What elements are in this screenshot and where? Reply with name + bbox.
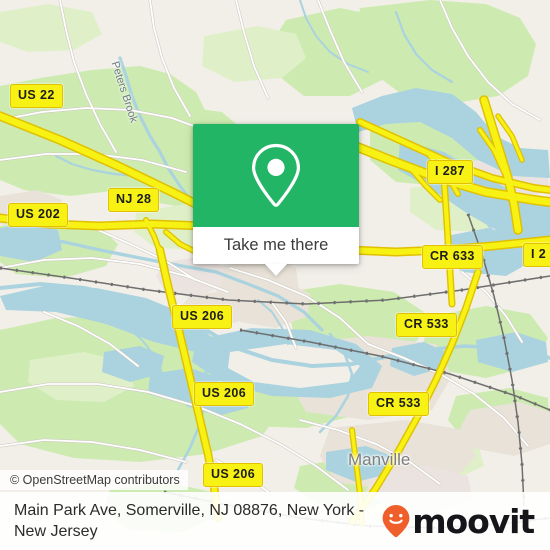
map-screen: US 22 NJ 28 US 202 I 287 CR 633 I 2 US 206 CR 5… [0,0,550,550]
road-shield: US 22 [10,84,63,108]
take-me-there-label: Take me there [223,236,329,254]
place-label: Manville [348,450,411,469]
callout-hero [193,124,359,227]
road-shield: US 206 [203,463,264,487]
osm-attribution-text: © OpenStreetMap contributors [10,473,180,487]
callout-pointer-tail [265,264,287,276]
road-shield: US 206 [172,305,233,329]
moovit-wordmark: moovit [412,501,535,541]
osm-attribution[interactable]: © OpenStreetMap contributors [0,470,188,490]
road-shield: I 287 [427,160,473,184]
road-shield: CR 533 [368,392,429,416]
road-shield: NJ 28 [108,188,160,212]
road-shield: I 2 [523,243,550,267]
moovit-pin-smiley-icon [381,504,411,538]
road-shield: CR 633 [422,245,483,269]
road-shield: US 206 [194,382,255,406]
road-shield: CR 533 [396,313,457,337]
footer-bar: Main Park Ave, Somerville, NJ 08876, New… [0,492,550,550]
map-pin-icon [249,142,303,210]
take-me-there-button[interactable]: Take me there [193,227,359,264]
address-label: Main Park Ave, Somerville, NJ 08876, New… [14,501,365,540]
moovit-logo[interactable]: moovit [381,501,535,541]
road-shield: US 202 [8,203,69,227]
location-callout-card[interactable]: Take me there [193,124,359,276]
